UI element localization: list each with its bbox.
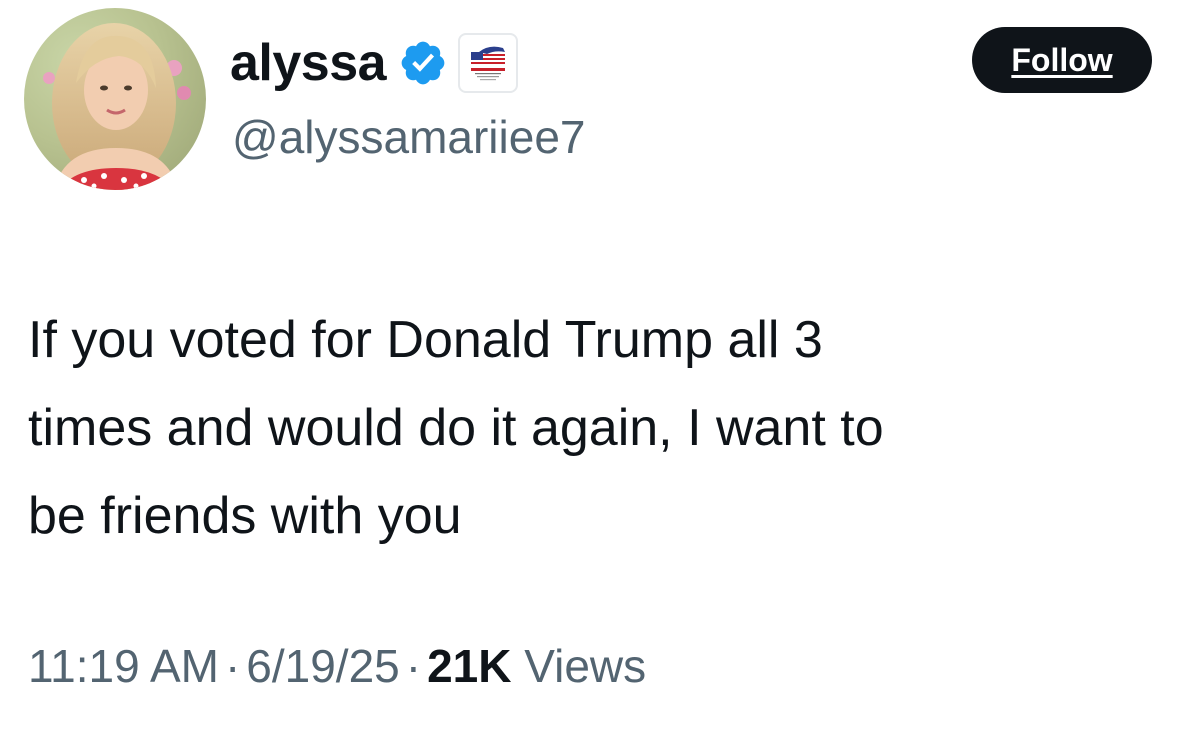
tweet-text: If you voted for Donald Trump all 3 times…	[28, 296, 1168, 560]
separator-dot: ·	[224, 640, 241, 692]
tweet-date[interactable]: 6/19/25	[246, 640, 399, 692]
display-name[interactable]: alyssa	[230, 37, 387, 89]
separator-dot: ·	[405, 640, 422, 692]
verified-checkmark-icon	[401, 41, 445, 85]
author-name-row: alyssa	[230, 28, 519, 98]
author-handle[interactable]: @alyssamariiee7	[232, 114, 586, 160]
tweet-metadata: 11:19 AM · 6/19/25 · 21K Views	[28, 636, 646, 696]
follow-button[interactable]: Follow	[972, 27, 1152, 93]
tweet-text-line: times and would do it again, I want to	[28, 399, 884, 457]
eagle-flag-affiliate-icon	[471, 46, 506, 81]
tweet-time[interactable]: 11:19 AM	[28, 640, 219, 692]
views-label: Views	[524, 640, 647, 692]
tweet-text-line: If you voted for Donald Trump all 3	[28, 311, 823, 369]
affiliate-badge[interactable]	[458, 33, 519, 93]
views-count: 21K	[427, 640, 512, 692]
tweet-text-line: be friends with you	[28, 487, 462, 545]
tweet-card: alyssa @alyssamariiee7 Follow If you vot…	[0, 0, 1200, 748]
avatar[interactable]	[24, 8, 206, 190]
